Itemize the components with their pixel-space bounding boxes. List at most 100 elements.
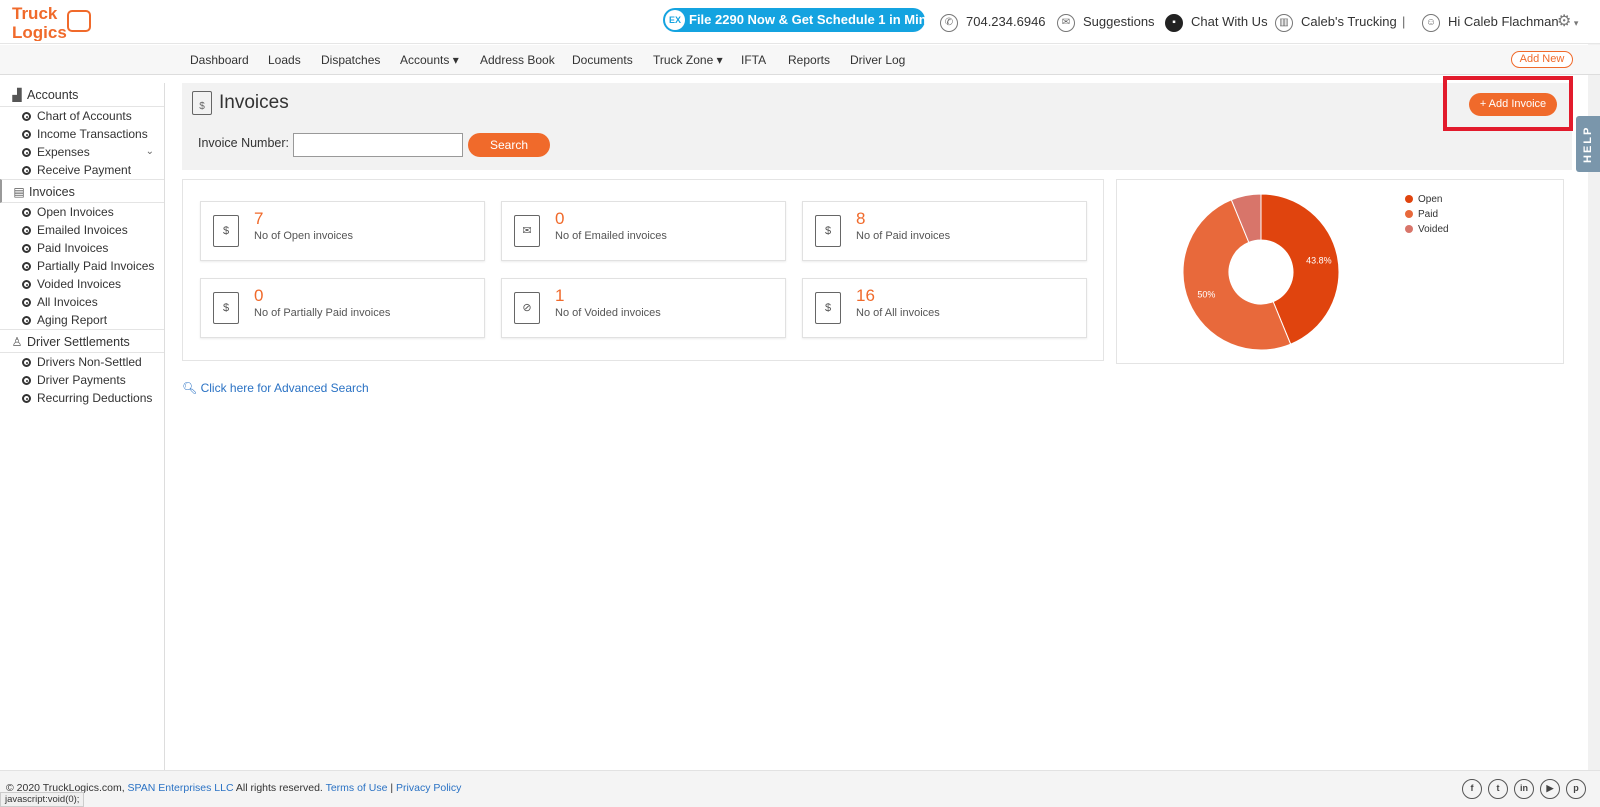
sidebar-item-recurring-deductions[interactable]: Recurring Deductions xyxy=(0,389,164,407)
nav-dashboard[interactable]: Dashboard xyxy=(190,53,249,67)
sidebar-item-aging-report[interactable]: Aging Report xyxy=(0,311,164,329)
sidebar-item-label: Open Invoices xyxy=(37,205,114,219)
paid-invoice-icon: $ xyxy=(815,215,841,247)
card-label: No of Open invoices xyxy=(254,230,354,242)
sidebar-head-label: Invoices xyxy=(29,185,75,199)
sidebar-item-receive-payment[interactable]: Receive Payment xyxy=(0,161,164,179)
nav-address-book[interactable]: Address Book xyxy=(480,53,555,67)
twitter-icon[interactable]: t xyxy=(1488,779,1508,799)
sidebar-item-all-invoices[interactable]: All Invoices xyxy=(0,293,164,311)
chevron-down-icon[interactable]: ⌄ xyxy=(146,143,154,161)
invoice-status-chart-panel: 43.8% 50% Open Paid Voided xyxy=(1116,179,1564,364)
pinterest-icon[interactable]: p xyxy=(1566,779,1586,799)
suggestions-label: Suggestions xyxy=(1083,14,1155,29)
user-menu[interactable]: ☺ Hi Caleb Flachman xyxy=(1422,12,1559,32)
legend-label: Paid xyxy=(1418,209,1439,220)
circle-bullet-icon xyxy=(22,376,31,385)
promo-2290-banner[interactable]: EX File 2290 Now & Get Schedule 1 in Min… xyxy=(663,8,953,32)
sidebar-item-label: Emailed Invoices xyxy=(37,223,128,237)
circle-bullet-icon xyxy=(22,130,31,139)
card-open-invoices[interactable]: $ 7 No of Open invoices xyxy=(200,201,485,261)
suggestions-link[interactable]: ✉ Suggestions xyxy=(1057,12,1155,32)
sidebar-item-partially-paid-invoices[interactable]: Partially Paid Invoices xyxy=(0,257,164,275)
nav-ifta[interactable]: IFTA xyxy=(741,53,766,67)
legend-item-voided[interactable]: Voided xyxy=(1405,222,1449,237)
top-header: Truck Logics EX File 2290 Now & Get Sche… xyxy=(0,0,1600,44)
phone-number: 704.234.6946 xyxy=(966,14,1046,29)
money-bag-icon: $ xyxy=(213,292,239,324)
advanced-search-label: Click here for Advanced Search xyxy=(200,381,369,395)
donut-data-label: 50% xyxy=(1197,289,1215,299)
rights-text: All rights reserved. xyxy=(235,782,323,794)
linkedin-icon[interactable]: in xyxy=(1514,779,1534,799)
footer: © 2020 TruckLogics.com, SPAN Enterprises… xyxy=(0,770,1600,807)
card-voided-invoices[interactable]: ⊘ 1 No of Voided invoices xyxy=(501,278,786,338)
nav-reports[interactable]: Reports xyxy=(788,53,830,67)
nav-documents[interactable]: Documents xyxy=(572,53,633,67)
invoice-icon: $ xyxy=(213,215,239,247)
sidebar-item-chart-of-accounts[interactable]: Chart of Accounts xyxy=(0,107,164,125)
card-partially-paid-invoices[interactable]: $ 0 No of Partially Paid invoices xyxy=(200,278,485,338)
search-icon: 🔍︎ xyxy=(182,381,198,395)
donut-data-label: 43.8% xyxy=(1306,256,1332,266)
phone-link[interactable]: ✆ 704.234.6946 xyxy=(940,12,1046,32)
sidebar-item-label: Recurring Deductions xyxy=(37,391,153,405)
sidebar-head-driver-settlements[interactable]: ♙ Driver Settlements xyxy=(0,329,164,353)
legend-label: Voided xyxy=(1418,224,1449,235)
nav-driver-log[interactable]: Driver Log xyxy=(850,53,905,67)
circle-bullet-icon xyxy=(22,394,31,403)
sidebar-item-label: Aging Report xyxy=(37,313,108,327)
user-greeting: Hi Caleb Flachman xyxy=(1448,14,1559,29)
expresstrucktax-icon: EX xyxy=(665,10,685,30)
span-enterprises-link[interactable]: SPAN Enterprises LLC xyxy=(128,782,234,794)
card-label: No of Emailed invoices xyxy=(555,230,667,242)
legend-item-open[interactable]: Open xyxy=(1405,192,1449,207)
sidebar-item-expenses[interactable]: Expenses ⌄ xyxy=(0,143,164,161)
nav-dispatches[interactable]: Dispatches xyxy=(321,53,380,67)
circle-bullet-icon xyxy=(22,316,31,325)
nav-truck-zone[interactable]: Truck Zone ▾ xyxy=(653,53,723,67)
settings-gear-icon[interactable]: ⚙ ▾ xyxy=(1557,12,1578,32)
invoices-header-panel: $ Invoices Invoice Number: Search xyxy=(182,83,1572,170)
sidebar-item-label: Chart of Accounts xyxy=(37,109,132,123)
facebook-icon[interactable]: f xyxy=(1462,779,1482,799)
card-count: 0 xyxy=(254,286,264,305)
sidebar-item-label: Receive Payment xyxy=(37,163,132,177)
sidebar-item-emailed-invoices[interactable]: Emailed Invoices xyxy=(0,221,164,239)
sidebar-item-voided-invoices[interactable]: Voided Invoices xyxy=(0,275,164,293)
promo-text: File 2290 Now & Get Schedule 1 in Minute… xyxy=(689,12,954,27)
sidebar-item-driver-payments[interactable]: Driver Payments xyxy=(0,371,164,389)
add-new-button[interactable]: Add New xyxy=(1511,51,1573,68)
sidebar-item-label: Expenses xyxy=(37,145,90,159)
trucklogics-logo[interactable]: Truck Logics xyxy=(10,3,92,41)
card-all-invoices[interactable]: $ 16 No of All invoices xyxy=(802,278,1087,338)
circle-bullet-icon xyxy=(22,244,31,253)
nav-accounts[interactable]: Accounts ▾ xyxy=(400,53,459,67)
company-switcher[interactable]: ▥ Caleb's Trucking xyxy=(1275,12,1397,32)
legend-dot xyxy=(1405,225,1413,233)
search-button[interactable]: Search xyxy=(468,133,550,157)
sidebar-item-open-invoices[interactable]: Open Invoices xyxy=(0,203,164,221)
status-bar-url: javascript:void(0); xyxy=(0,792,85,807)
chat-link[interactable]: ▪ Chat With Us xyxy=(1165,12,1268,32)
help-tab[interactable]: HELP xyxy=(1576,116,1600,172)
card-paid-invoices[interactable]: $ 8 No of Paid invoices xyxy=(802,201,1087,261)
circle-bullet-icon xyxy=(22,148,31,157)
privacy-policy-link[interactable]: Privacy Policy xyxy=(396,782,461,794)
circle-bullet-icon xyxy=(22,298,31,307)
card-emailed-invoices[interactable]: ✉ 0 No of Emailed invoices xyxy=(501,201,786,261)
nav-loads[interactable]: Loads xyxy=(268,53,301,67)
advanced-search-link[interactable]: 🔍︎ Click here for Advanced Search xyxy=(182,381,369,395)
sidebar-head-accounts[interactable]: ▟ Accounts xyxy=(0,83,164,107)
building-icon: ▥ xyxy=(1275,13,1293,32)
card-count: 7 xyxy=(254,209,264,228)
sidebar-head-invoices[interactable]: ▤ Invoices xyxy=(0,179,164,203)
add-invoice-button[interactable]: + Add Invoice xyxy=(1469,93,1557,116)
legend-item-paid[interactable]: Paid xyxy=(1405,207,1449,222)
youtube-icon[interactable]: ▶ xyxy=(1540,779,1560,799)
sidebar-item-income-transactions[interactable]: Income Transactions xyxy=(0,125,164,143)
invoice-number-input[interactable] xyxy=(293,133,463,157)
terms-of-use-link[interactable]: Terms of Use xyxy=(326,782,388,794)
sidebar-item-drivers-non-settled[interactable]: Drivers Non-Settled xyxy=(0,353,164,371)
sidebar-item-paid-invoices[interactable]: Paid Invoices xyxy=(0,239,164,257)
